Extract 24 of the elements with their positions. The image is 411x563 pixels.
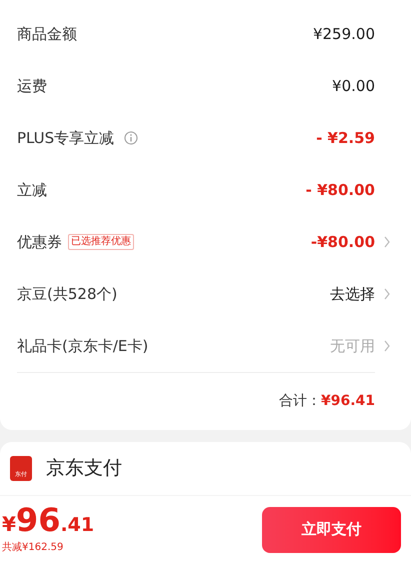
row-label: 运费 [17,76,47,97]
row-value: - ¥2.59 [316,128,375,149]
total-value: ¥96.41 [320,392,375,411]
row-value[interactable]: -¥80.00 [310,230,375,254]
row-label: 礼品卡(京东卡/E卡) [17,336,148,357]
chevron-right-icon[interactable] [383,340,391,352]
total-savings: 共减¥162.59 [2,540,64,555]
row-label: 优惠券 [17,232,62,253]
row-label: 商品金额 [17,24,77,45]
row-value[interactable]: 去选择 [330,282,375,306]
row-label: 京豆(共528个) [17,284,118,305]
chevron-right-icon[interactable] [383,288,391,300]
pay-now-button[interactable]: 立即支付 [262,506,401,552]
recommended-tag: 已选推荐优惠 [68,234,134,250]
row-value: ¥259.00 [312,24,375,45]
row-value: ¥0.00 [332,76,375,97]
info-icon[interactable] [124,131,138,145]
row-value: - ¥80.00 [306,180,375,201]
pay-amount: ¥96.41 [2,504,94,536]
total-label: 合计： [278,392,321,411]
row-label: 立减 [17,180,47,201]
row-label: PLUS专享立减 [17,128,114,149]
chevron-right-icon[interactable] [383,236,391,248]
payment-method-name[interactable]: 京东支付 [46,454,122,483]
